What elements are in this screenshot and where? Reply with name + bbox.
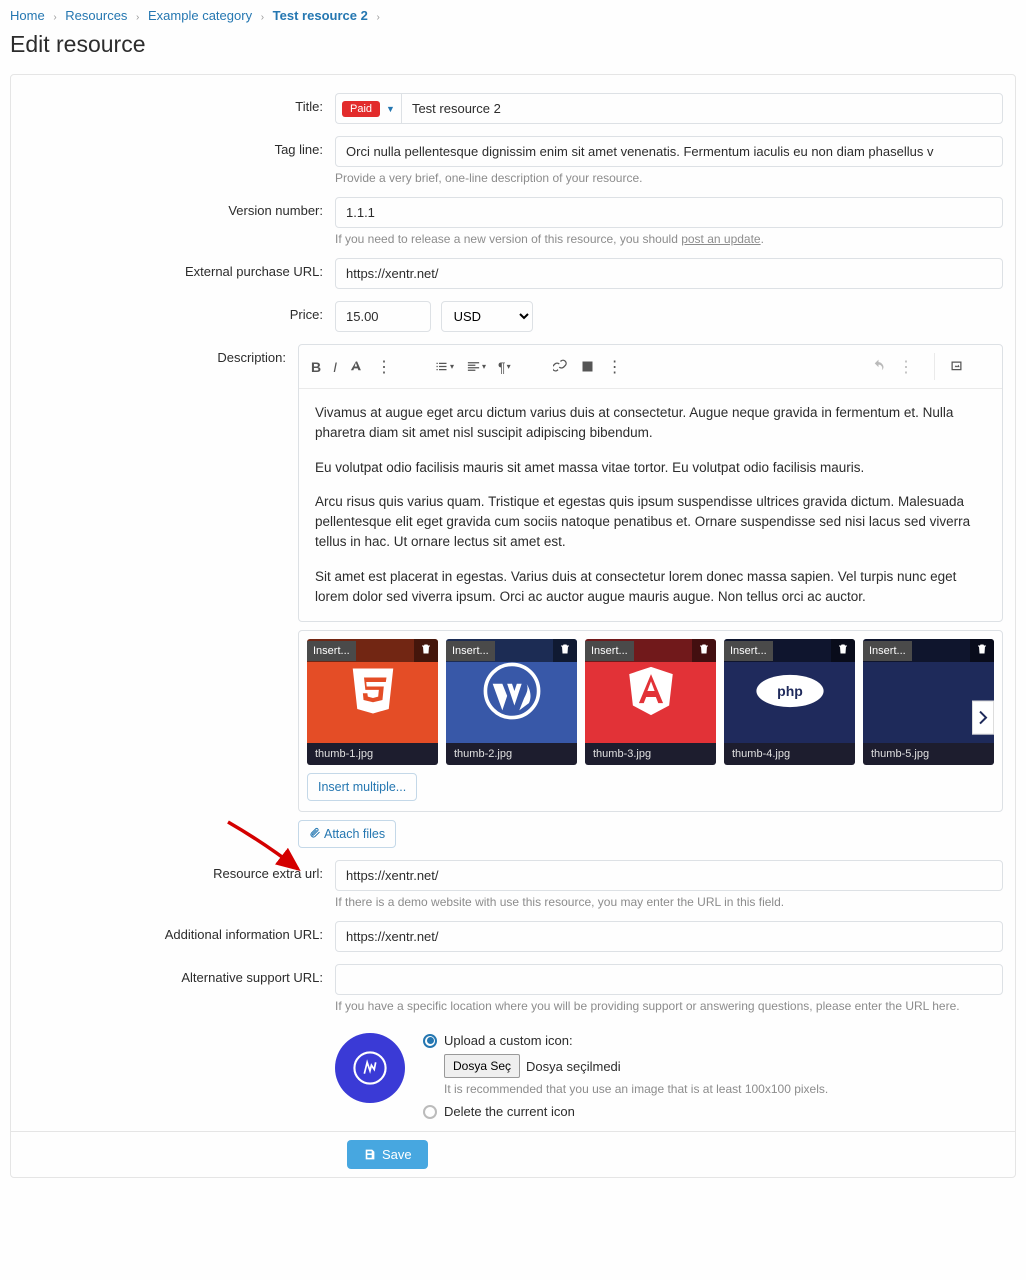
- attachment-insert-button[interactable]: Insert...: [585, 641, 634, 661]
- breadcrumb-resources[interactable]: Resources: [65, 8, 127, 23]
- attachment-delete-button[interactable]: [831, 639, 855, 662]
- support-url-input[interactable]: [335, 964, 1003, 995]
- chevron-right-icon: ›: [53, 12, 56, 23]
- attachment-item[interactable]: Insert... thumb-2.jpg: [446, 639, 577, 765]
- support-url-hint: If you have a specific location where yo…: [335, 999, 1003, 1013]
- attachment-insert-button[interactable]: Insert...: [307, 641, 356, 661]
- editor-content[interactable]: Vivamus at augue eget arcu dictum varius…: [299, 389, 1002, 621]
- attach-files-button[interactable]: Attach files: [298, 820, 396, 848]
- attachments-panel: Insert... thumb-1.jpg Insert... thumb-2.jpg…: [298, 630, 1003, 812]
- attachment-next-button[interactable]: [972, 701, 994, 735]
- attachment-delete-button[interactable]: [970, 639, 994, 662]
- italic-icon[interactable]: I: [333, 359, 337, 375]
- title-input[interactable]: [401, 93, 1003, 124]
- undo-icon[interactable]: [871, 359, 886, 374]
- extra-url-hint: If there is a demo website with use this…: [335, 895, 1003, 909]
- prefix-selector[interactable]: Paid ▼: [335, 93, 401, 124]
- paid-badge: Paid: [342, 101, 380, 117]
- support-url-label: Alternative support URL:: [23, 964, 335, 985]
- icon-section: Upload a custom icon: Dosya Seç Dosya se…: [335, 1025, 1003, 1125]
- attachment-insert-button[interactable]: Insert...: [724, 641, 773, 661]
- link-icon[interactable]: [553, 359, 568, 374]
- attachment-insert-button[interactable]: Insert...: [863, 641, 912, 661]
- chevron-right-icon: ›: [136, 12, 139, 23]
- upload-icon-radio[interactable]: Upload a custom icon:: [423, 1033, 1003, 1048]
- preview-icon[interactable]: [934, 353, 978, 380]
- chevron-down-icon: ▼: [386, 104, 395, 114]
- trash-icon: [559, 643, 571, 655]
- bold-icon[interactable]: B: [311, 359, 321, 375]
- editor-toolbar: B I ⋮ ▾ ▾ ¶▾ ⋮ ⋮: [299, 345, 1002, 389]
- file-status-text: Dosya seçilmedi: [526, 1059, 621, 1074]
- version-hint: If you need to release a new version of …: [335, 232, 1003, 246]
- price-input[interactable]: [335, 301, 431, 332]
- purchase-url-label: External purchase URL:: [23, 258, 335, 279]
- attachment-filename: thumb-4.jpg: [724, 743, 855, 765]
- align-icon[interactable]: ▾: [466, 359, 486, 374]
- attachment-filename: thumb-2.jpg: [446, 743, 577, 765]
- form-footer: Save: [11, 1131, 1015, 1177]
- extra-url-label: Resource extra url:: [23, 860, 335, 881]
- breadcrumb-category[interactable]: Example category: [148, 8, 252, 23]
- description-label: Description:: [23, 344, 298, 365]
- svg-text:php: php: [777, 683, 803, 699]
- trash-icon: [420, 643, 432, 655]
- attachment-delete-button[interactable]: [692, 639, 716, 662]
- attachment-item[interactable]: Insert... thumb-3.jpg: [585, 639, 716, 765]
- radio-empty-icon: [423, 1105, 437, 1119]
- form-wrapper: Title: Paid ▼ Tag line: Provide a very b…: [10, 74, 1016, 1178]
- attachment-delete-button[interactable]: [553, 639, 577, 662]
- more2-icon[interactable]: ⋮: [607, 357, 623, 377]
- currency-select[interactable]: USD: [441, 301, 533, 332]
- fontsize-icon[interactable]: [349, 359, 364, 374]
- image-icon[interactable]: [580, 359, 595, 374]
- breadcrumb: Home › Resources › Example category › Te…: [10, 4, 1016, 31]
- breadcrumb-home[interactable]: Home: [10, 8, 45, 23]
- tagline-input[interactable]: [335, 136, 1003, 167]
- radio-checked-icon: [423, 1034, 437, 1048]
- more3-icon[interactable]: ⋮: [898, 357, 914, 377]
- trash-icon: [837, 643, 849, 655]
- purchase-url-input[interactable]: [335, 258, 1003, 289]
- tagline-hint: Provide a very brief, one-line descripti…: [335, 171, 1003, 185]
- delete-icon-radio[interactable]: Delete the current icon: [423, 1104, 1003, 1119]
- paragraph-icon[interactable]: ¶▾: [498, 359, 511, 375]
- title-label: Title:: [23, 93, 335, 114]
- breadcrumb-current[interactable]: Test resource 2: [273, 8, 368, 23]
- attachment-insert-button[interactable]: Insert...: [446, 641, 495, 661]
- tagline-label: Tag line:: [23, 136, 335, 157]
- chevron-right-icon: ›: [261, 12, 264, 23]
- trash-icon: [698, 643, 710, 655]
- attachment-filename: thumb-3.jpg: [585, 743, 716, 765]
- save-button[interactable]: Save: [347, 1140, 428, 1169]
- resource-icon-preview: [335, 1033, 405, 1103]
- extra-url-input[interactable]: [335, 860, 1003, 891]
- file-choose-button[interactable]: Dosya Seç: [444, 1054, 520, 1078]
- version-label: Version number:: [23, 197, 335, 218]
- attachment-filename: thumb-1.jpg: [307, 743, 438, 765]
- list-ul-icon[interactable]: ▾: [434, 359, 454, 374]
- insert-multiple-button[interactable]: Insert multiple...: [307, 773, 417, 801]
- save-icon: [363, 1148, 376, 1161]
- chevron-right-icon: ›: [376, 12, 379, 23]
- additional-url-label: Additional information URL:: [23, 921, 335, 942]
- attachment-filename: thumb-5.jpg: [863, 743, 994, 765]
- attachment-item[interactable]: Insert... php thumb-4.jpg: [724, 639, 855, 765]
- version-input[interactable]: [335, 197, 1003, 228]
- attachment-delete-button[interactable]: [414, 639, 438, 662]
- trash-icon: [976, 643, 988, 655]
- file-hint: It is recommended that you use an image …: [444, 1082, 1003, 1096]
- editor: B I ⋮ ▾ ▾ ¶▾ ⋮ ⋮: [298, 344, 1003, 622]
- additional-url-input[interactable]: [335, 921, 1003, 952]
- post-update-link[interactable]: post an update: [681, 232, 760, 246]
- page-title: Edit resource: [10, 31, 1016, 58]
- attachment-item[interactable]: Insert... thumb-1.jpg: [307, 639, 438, 765]
- price-label: Price:: [23, 301, 335, 322]
- more-icon[interactable]: ⋮: [376, 357, 392, 377]
